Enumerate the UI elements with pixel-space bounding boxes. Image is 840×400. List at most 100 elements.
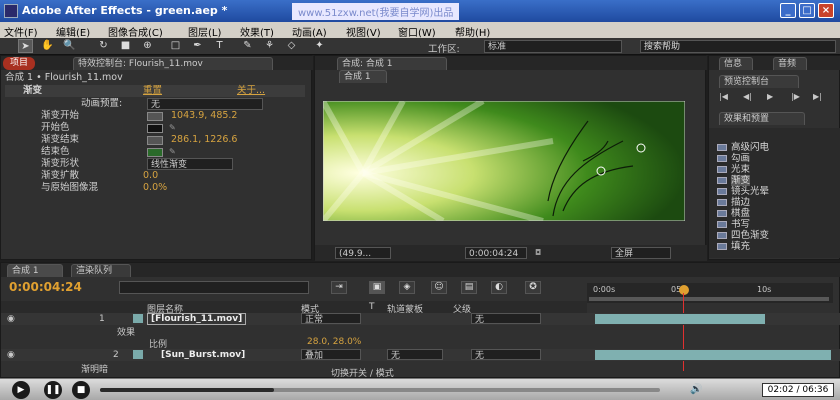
crosshair-icon[interactable] (147, 136, 163, 145)
prop-value[interactable]: 0.0 (143, 170, 158, 182)
preview-tab[interactable]: 预览控制台 (719, 75, 799, 88)
motion-blur-icon[interactable]: ◐ (491, 281, 507, 294)
stop-button[interactable]: ■ (72, 381, 90, 399)
frame-blend-icon[interactable]: ▤ (461, 281, 477, 294)
eye-icon[interactable]: ◉ (7, 314, 15, 324)
maximize-button[interactable]: □ (799, 3, 815, 18)
next-frame-icon[interactable]: |▶ (791, 92, 800, 101)
prev-frame-icon[interactable]: ◀| (743, 92, 752, 101)
comp1-tab[interactable]: 合成 1 (7, 264, 63, 277)
menu-edit[interactable]: 编辑(E) (56, 24, 90, 39)
menu-effect[interactable]: 效果(T) (240, 24, 274, 39)
text-tool-icon[interactable]: T (212, 39, 227, 53)
list-item[interactable]: 棋盘 (717, 208, 750, 219)
layer-name[interactable]: [Flourish_11.mov] (147, 313, 247, 325)
list-item[interactable]: 光束 (717, 164, 750, 175)
menu-animation[interactable]: 动画(A) (292, 24, 327, 39)
hand-tool-icon[interactable]: ✋ (40, 39, 55, 53)
brush-tool-icon[interactable]: ✎ (240, 39, 255, 53)
clone-tool-icon[interactable]: ⚘ (262, 39, 277, 53)
first-frame-icon[interactable]: |◀ (719, 92, 728, 101)
menu-view[interactable]: 视图(V) (346, 24, 381, 39)
graph-editor-icon[interactable]: ✪ (525, 281, 541, 294)
eraser-tool-icon[interactable]: ◇ (284, 39, 299, 53)
menu-composition[interactable]: 图像合成(C) (108, 24, 163, 39)
reset-link[interactable]: 重置 (143, 85, 162, 97)
project-tab[interactable]: 项目 (3, 57, 35, 70)
selection-tool-icon[interactable]: ➤ (18, 39, 33, 53)
playhead-handle[interactable] (679, 285, 689, 295)
audio-tab[interactable]: 音频 (773, 57, 807, 70)
trkmat-select[interactable]: 无 (387, 349, 443, 361)
zoom-tool-icon[interactable]: 🔍 (62, 39, 77, 53)
mask-tool-icon[interactable]: □ (168, 39, 183, 53)
table-row[interactable]: ◉ 1 [Flourish_11.mov] 正常 无 (1, 313, 840, 325)
prop-value[interactable]: 286.1, 1226.6 (171, 134, 237, 146)
menu-file[interactable]: 文件(F) (4, 24, 38, 39)
zoom-select[interactable]: (49.9... (335, 247, 391, 259)
close-button[interactable]: × (818, 3, 834, 18)
comp-timecode[interactable]: 0:00:04:24 (465, 247, 527, 259)
menu-layer[interactable]: 图层(L) (188, 24, 221, 39)
effects-subrow[interactable]: 效果 (117, 325, 135, 338)
list-item[interactable]: 书写 (717, 219, 750, 230)
scale-value[interactable]: 28.0, 28.0% (307, 337, 361, 347)
pause-button[interactable]: ❚❚ (44, 381, 62, 399)
composition-tab[interactable]: 合成: 合成 1 (337, 57, 447, 70)
minimize-button[interactable]: _ (780, 3, 796, 18)
effects-presets-tab[interactable]: 效果和预置 (719, 112, 805, 125)
render-queue-tab[interactable]: 渲染队列 (71, 264, 131, 277)
list-item[interactable]: 高级闪电 (717, 142, 769, 153)
prop-value[interactable]: 0.0% (143, 182, 167, 194)
hide-shy-icon[interactable]: ☺ (431, 281, 447, 294)
info-tab[interactable]: 信息 (719, 57, 753, 70)
rotate-tool-icon[interactable]: ↻ (96, 39, 111, 53)
list-item-selected[interactable]: 渐变 (717, 175, 751, 186)
last-frame-icon[interactable]: ▶| (813, 92, 822, 101)
pan-behind-tool-icon[interactable]: ⊕ (140, 39, 155, 53)
comp-mini-flowchart-icon[interactable]: ⇥ (331, 281, 347, 294)
mode-select[interactable]: 正常 (301, 313, 361, 325)
effect-controls-tab[interactable]: 特效控制台: Flourish_11.mov (73, 57, 273, 70)
seek-track[interactable] (100, 388, 660, 392)
work-area-bar[interactable] (589, 297, 829, 301)
parent-select[interactable]: 无 (471, 313, 541, 325)
list-item[interactable]: 勾画 (717, 153, 750, 164)
layer-duration-bar[interactable] (595, 350, 831, 360)
camera-tool-icon[interactable]: ■ (118, 39, 133, 53)
prop-value[interactable]: 1043.9, 485.2 (171, 110, 237, 122)
volume-icon[interactable]: 🔊 (690, 384, 702, 395)
eyedropper-icon[interactable]: ✎ (169, 124, 177, 132)
crosshair-icon[interactable] (147, 112, 163, 121)
camera-icon[interactable]: ◘ (535, 249, 543, 257)
eye-icon[interactable]: ◉ (7, 350, 15, 360)
play-button[interactable]: ▶ (12, 381, 30, 399)
view-select[interactable]: 全屏 (611, 247, 671, 259)
pen-tool-icon[interactable]: ✒ (190, 39, 205, 53)
about-link[interactable]: 关于... (237, 85, 265, 97)
comp-subtab[interactable]: 合成 1 (339, 70, 387, 83)
layer-name[interactable]: [Sun_Burst.mov] (161, 350, 245, 360)
parent-select[interactable]: 无 (471, 349, 541, 361)
workspace-select[interactable]: 标准 (484, 40, 622, 53)
list-item[interactable]: 描边 (717, 197, 750, 208)
play-icon[interactable]: ▶ (767, 92, 773, 101)
timeline-search-input[interactable] (119, 281, 309, 294)
search-help-input[interactable]: 搜索帮助 (640, 40, 836, 53)
layer-duration-bar[interactable] (595, 314, 765, 324)
comp-viewer[interactable] (323, 101, 685, 221)
timeline-timecode[interactable]: 0:00:04:24 (9, 280, 82, 294)
list-item[interactable]: 四色渐变 (717, 230, 769, 241)
end-color-swatch[interactable] (147, 148, 163, 157)
menu-window[interactable]: 窗口(W) (398, 24, 436, 39)
menu-help[interactable]: 帮助(H) (455, 24, 490, 39)
start-color-swatch[interactable] (147, 124, 163, 133)
list-item[interactable]: 填充 (717, 241, 750, 252)
gradient-shape-select[interactable]: 线性渐变 (147, 158, 233, 170)
draft-3d-icon[interactable]: ◈ (399, 281, 415, 294)
table-row[interactable]: ◉ 2 [Sun_Burst.mov] 叠加 无 无 (1, 349, 840, 361)
preset-select[interactable]: 无 (147, 98, 263, 110)
time-ruler[interactable]: 0:00s 05s 10s (587, 283, 833, 303)
live-update-icon[interactable]: ▣ (369, 281, 385, 294)
list-item[interactable]: 镜头光晕 (717, 186, 769, 197)
